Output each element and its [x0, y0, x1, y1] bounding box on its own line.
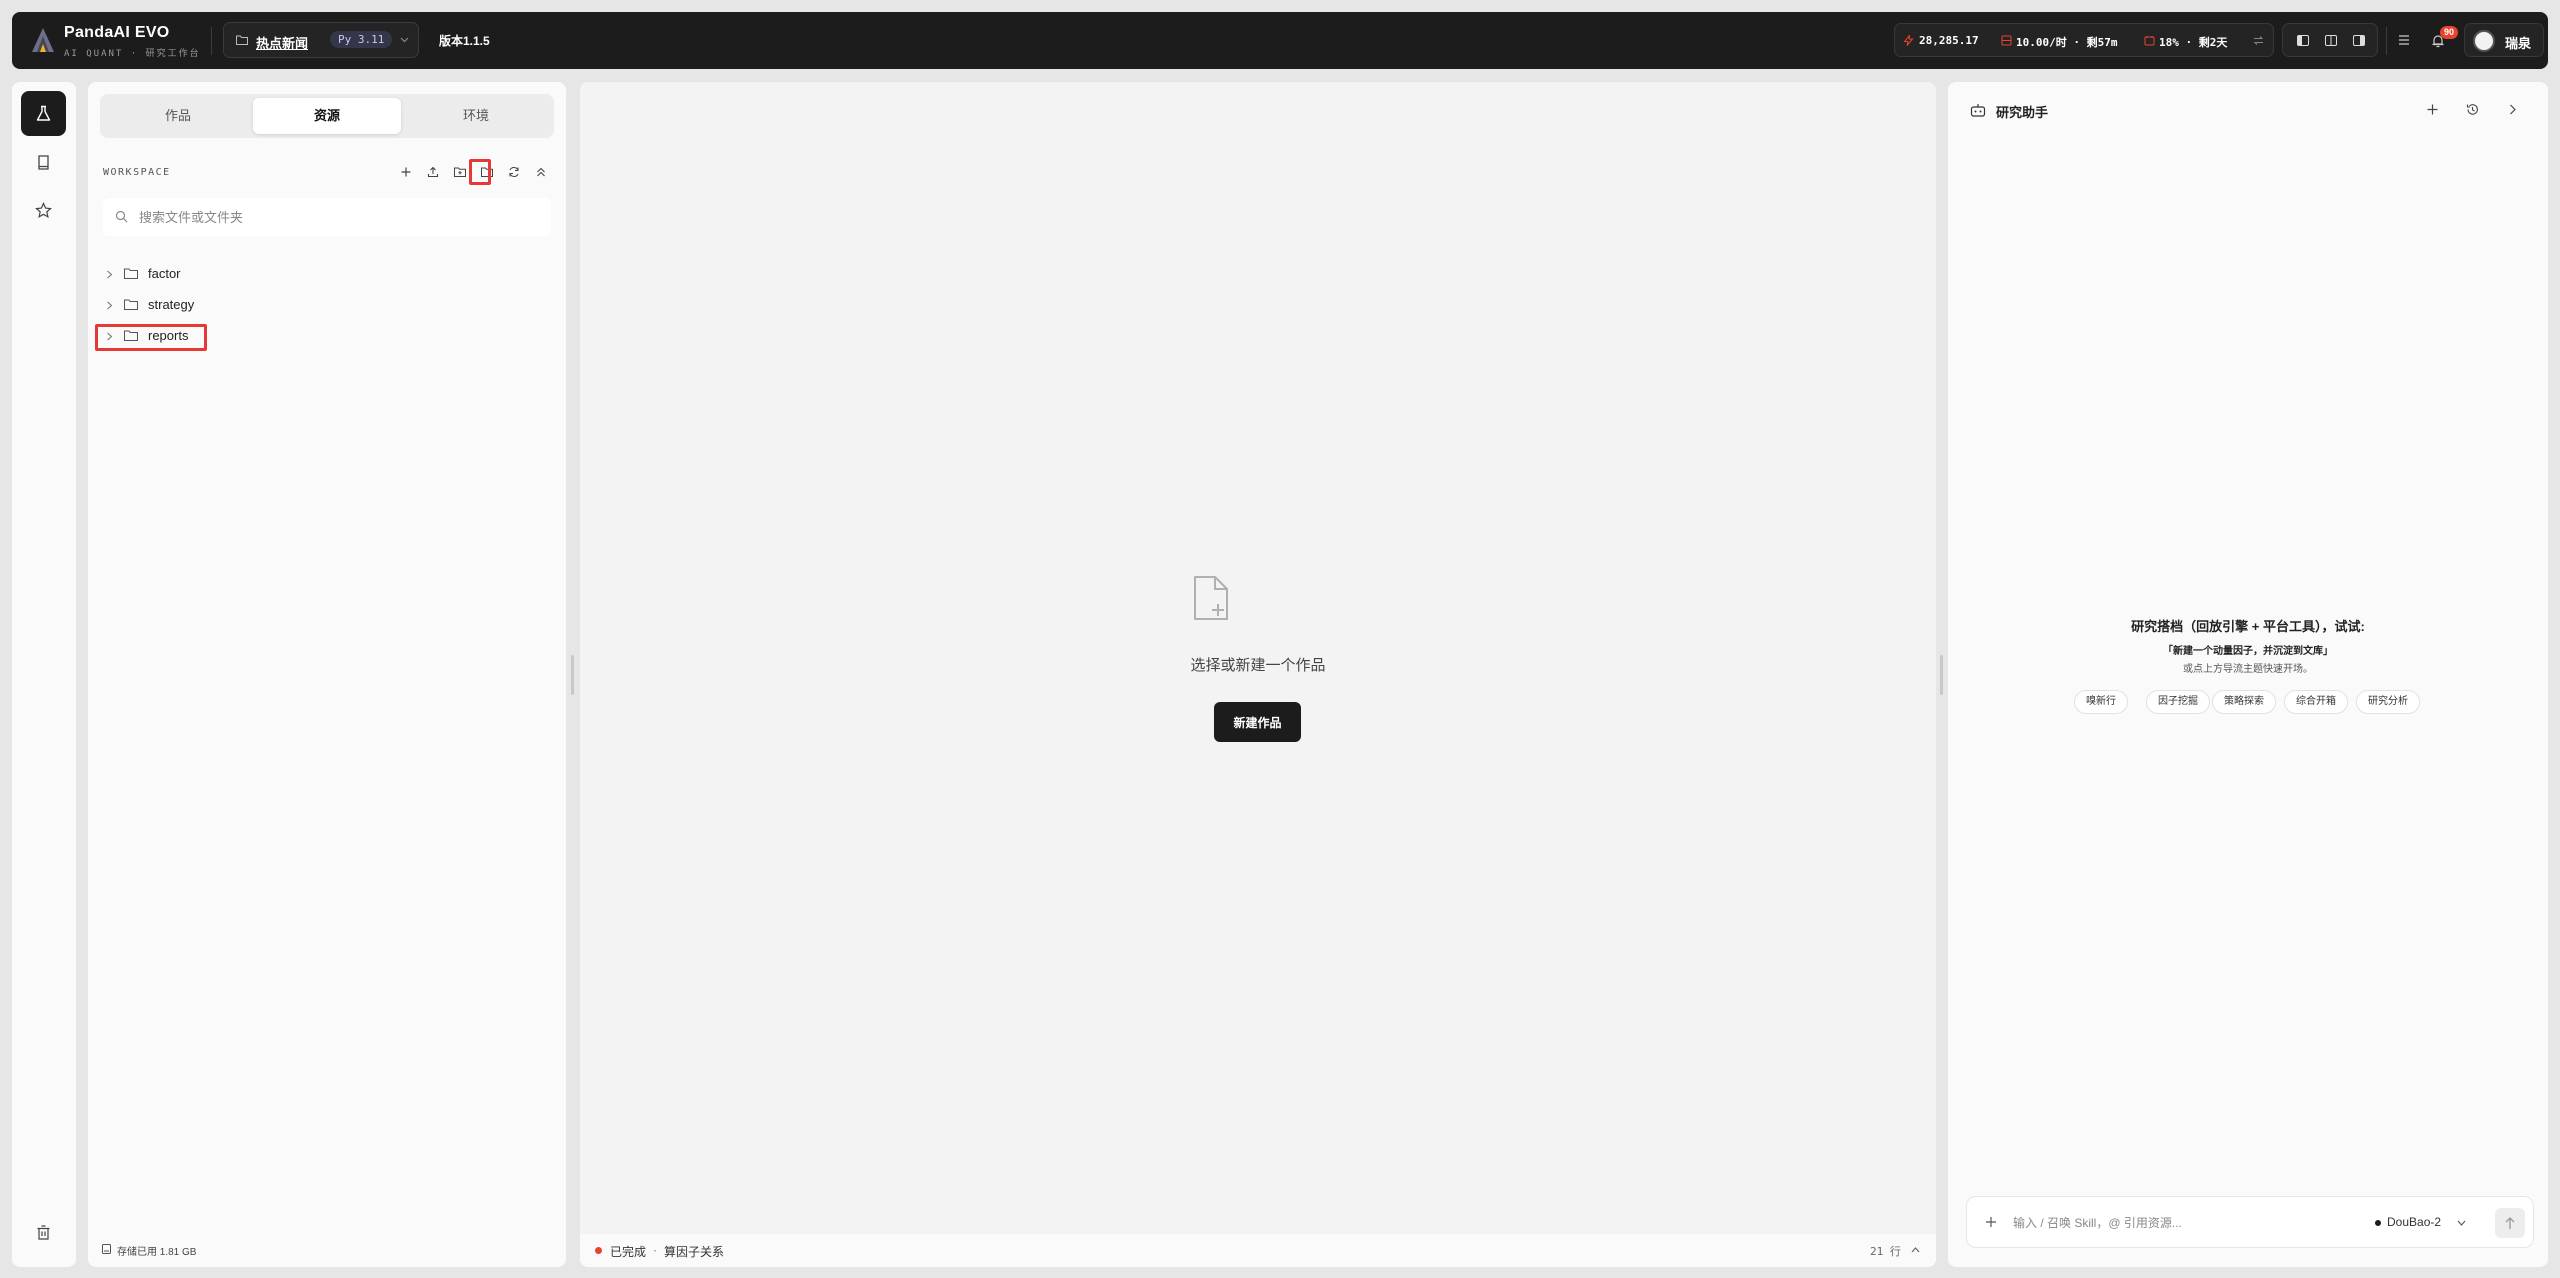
nav-library-button[interactable] — [21, 140, 66, 185]
layout-toggle-group — [2282, 23, 2378, 57]
swap-icon — [2253, 36, 2264, 45]
avatar — [2473, 30, 2495, 52]
editor-area: 选择或新建一个作品 新建作品 已完成 · 算因子关系 21 行 — [580, 82, 1936, 1267]
new-file-icon — [1194, 576, 1228, 620]
assistant-title: 研究助手 — [1996, 105, 2049, 120]
upload-icon[interactable] — [427, 166, 439, 178]
nav-favorites-button[interactable] — [21, 188, 66, 233]
file-search — [103, 198, 551, 236]
suggestion-chip[interactable]: 嗅新行 — [2074, 690, 2128, 714]
status-text: 已完成 — [610, 1245, 647, 1259]
star-icon — [35, 202, 52, 218]
model-name: DouBao-2 — [2387, 1215, 2442, 1229]
notification-count-badge: 90 — [2440, 26, 2459, 39]
assistant-heading: 研究搭档（回放引擎 + 平台工具），试试: — [2131, 619, 2365, 634]
research-assistant-panel: 研究助手 研究搭档（回放引擎 + 平台工具），试试: 「新建一个动量因子，并沉淀… — [1948, 82, 2548, 1267]
menu-icon[interactable] — [2397, 33, 2411, 47]
suggestion-chip[interactable]: 综合开箱 — [2284, 690, 2348, 714]
database-icon — [2001, 35, 2012, 46]
folder-button-highlight — [469, 159, 491, 185]
suggestion-chip[interactable]: 研究分析 — [2356, 690, 2420, 714]
tab-resources[interactable]: 资源 — [253, 98, 401, 134]
plus-icon[interactable] — [1985, 1216, 1997, 1228]
collapse-all-icon[interactable] — [535, 166, 547, 178]
split-panel-icon[interactable] — [2325, 35, 2337, 46]
bolt-icon — [1903, 35, 1914, 46]
plus-icon[interactable] — [400, 166, 412, 178]
assistant-example-prompt: 「新建一个动量因子，并沉淀到文库」 — [2163, 646, 2333, 657]
usage-stats[interactable]: 28,285.17 10.00/时 · 剩57m 18% · 剩2天 — [1894, 23, 2274, 57]
clock-icon — [2144, 36, 2155, 46]
send-arrow-icon — [2505, 1217, 2515, 1229]
suggestion-chip[interactable]: 因子挖掘 — [2146, 690, 2210, 714]
model-status-dot — [2375, 1220, 2381, 1226]
new-work-button[interactable]: 新建作品 — [1214, 702, 1301, 742]
send-button[interactable] — [2495, 1208, 2525, 1238]
search-input[interactable] — [139, 206, 519, 228]
flask-icon — [36, 105, 51, 121]
tree-folder-factor[interactable]: factor — [100, 260, 400, 288]
points-value: 28,285.17 — [1919, 34, 1979, 47]
chat-input[interactable] — [2013, 1212, 2343, 1234]
status-bar: 已完成 · 算因子关系 21 行 — [580, 1234, 1936, 1267]
tab-environment[interactable]: 环境 — [402, 98, 550, 134]
tree-item-label: strategy — [148, 297, 195, 312]
reports-folder-highlight — [95, 324, 207, 351]
folder-icon — [124, 299, 138, 310]
chevron-up-icon[interactable] — [1911, 1246, 1920, 1254]
nav-trash-button[interactable] — [21, 1210, 66, 1255]
left-resize-handle[interactable] — [571, 655, 574, 695]
chevron-down-icon — [400, 37, 409, 43]
user-menu[interactable]: 瑞泉 — [2464, 23, 2544, 57]
folder-icon — [236, 35, 248, 45]
assistant-input-box: DouBao-2 — [1966, 1196, 2534, 1248]
panda-logo-icon — [32, 28, 54, 52]
robot-icon — [1970, 104, 1986, 117]
rate-value: 10.00/时 · 剩57m — [2016, 36, 2118, 49]
status-separator: · — [653, 1243, 657, 1257]
right-panel-icon[interactable] — [2353, 35, 2365, 46]
left-panel-icon[interactable] — [2297, 35, 2309, 46]
refresh-icon[interactable] — [508, 166, 520, 178]
plus-icon[interactable] — [2426, 103, 2439, 116]
project-selector[interactable]: 热点新闻 Py 3.11 — [223, 22, 419, 58]
status-dot — [595, 1247, 602, 1254]
version-label: 版本1.1.5 — [439, 34, 490, 48]
chevron-down-icon — [2457, 1220, 2466, 1226]
brand-title: PandaAI EVO — [64, 24, 170, 41]
top-bar: PandaAI EVO AI QUANT · 研究工作台 热点新闻 Py 3.1… — [12, 12, 2548, 69]
nav-lab-button[interactable] — [21, 91, 66, 136]
brand-subtitle: AI QUANT · 研究工作台 — [64, 49, 201, 59]
tab-works[interactable]: 作品 — [104, 98, 252, 134]
file-panel: 作品 资源 环境 WORKSPACE factor strategy repor… — [88, 82, 566, 1267]
disk-icon — [102, 1244, 111, 1254]
history-icon[interactable] — [2466, 103, 2479, 116]
right-resize-handle[interactable] — [1940, 655, 1943, 695]
suggestion-chip[interactable]: 策略探索 — [2212, 690, 2276, 714]
status-detail: 算因子关系 — [664, 1245, 725, 1259]
usage-value: 18% · 剩2天 — [2159, 36, 2228, 49]
file-panel-tabs: 作品 资源 环境 — [100, 94, 554, 138]
divider — [211, 27, 212, 55]
user-name: 瑞泉 — [2505, 36, 2532, 51]
divider — [2386, 27, 2387, 55]
new-folder-icon[interactable] — [454, 166, 466, 178]
left-nav-rail — [12, 82, 76, 1267]
chevron-right-icon[interactable] — [2506, 103, 2519, 116]
tree-item-label: factor — [148, 266, 181, 281]
folder-icon — [124, 268, 138, 279]
python-version-badge: Py 3.11 — [330, 31, 393, 48]
storage-text: 存储已用 1.81 GB — [117, 1247, 197, 1258]
trash-icon — [37, 1225, 50, 1240]
chevron-right-icon — [107, 270, 113, 279]
empty-state-text: 选择或新建一个作品 — [1190, 657, 1326, 674]
book-icon — [38, 155, 49, 170]
assistant-hint: 或点上方导流主题快速开场。 — [2183, 664, 2313, 675]
search-icon — [115, 210, 128, 223]
project-name: 热点新闻 — [256, 36, 309, 51]
line-count: 21 行 — [1870, 1245, 1901, 1258]
workspace-label: WORKSPACE — [103, 167, 171, 178]
tree-folder-strategy[interactable]: strategy — [100, 291, 400, 319]
chevron-right-icon — [107, 301, 113, 310]
